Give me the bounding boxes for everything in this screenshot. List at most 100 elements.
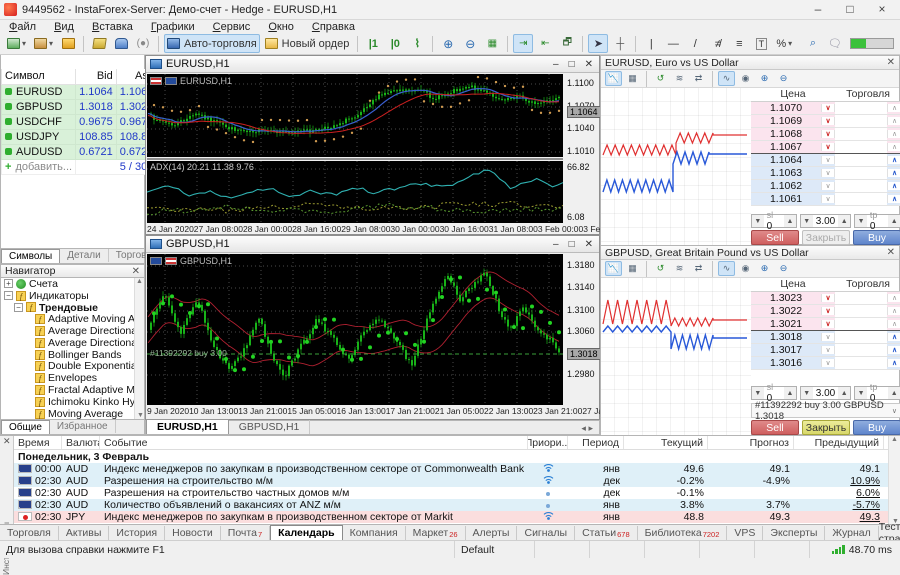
dom-row-sell[interactable]: 1.1070∨∧ — [751, 102, 900, 115]
calendar-row[interactable]: 02:30 AUD Разрешения на строительство м/… — [14, 475, 888, 487]
tab-signals[interactable]: Сигналы — [517, 526, 575, 540]
tab-news[interactable]: Новости — [165, 526, 221, 540]
chart-view-button[interactable]: 📉 — [605, 71, 622, 86]
scroll-up-icon[interactable]: ▲ — [135, 278, 144, 285]
price-chart-area[interactable]: EURUSD,H1 — [147, 74, 563, 157]
tab-journal[interactable]: Журнал — [825, 526, 878, 540]
add-symbol-row[interactable]: +добавить... 5 / 302 — [2, 159, 157, 174]
col-actual[interactable]: Текущий — [624, 436, 708, 449]
close-position-button[interactable]: Закрыть — [802, 230, 850, 245]
increment-icon[interactable]: ▲ — [838, 215, 850, 227]
time-axis[interactable]: 24 Jan 202027 Jan 08:0028 Jan 00:00 28 J… — [147, 224, 563, 235]
up-chevron-icon[interactable]: ∧ — [887, 143, 900, 151]
search-button[interactable]: ⌕ — [803, 34, 823, 53]
channel-button[interactable]: ≡ — [729, 34, 749, 53]
tab-alerts[interactable]: Алерты — [466, 526, 518, 540]
dom-row-buy[interactable]: 1.1062∨∧ — [751, 180, 900, 193]
up-chevron-icon[interactable]: ∧ — [887, 307, 900, 315]
buy-chevron-icon[interactable]: ∧ — [887, 359, 900, 367]
down-chevron-icon[interactable]: ∨ — [821, 195, 835, 203]
zoom-out-button[interactable]: ⊖ — [775, 261, 792, 276]
increment-icon[interactable]: ▲ — [888, 387, 900, 399]
table-row[interactable]: USDCHF 0.96750.9678 — [2, 114, 157, 129]
decrement-icon[interactable]: ▼ — [855, 387, 867, 399]
sell-button[interactable]: Sell — [751, 230, 799, 245]
buy-chevron-icon[interactable]: ∧ — [887, 156, 900, 164]
vertical-line-button[interactable]: | — [641, 34, 661, 53]
scroll-down-icon[interactable]: ▼ — [137, 412, 144, 419]
dom-row-sell[interactable]: 1.1068∨∧ — [751, 128, 900, 141]
lot-stepper[interactable]: ▼3.00▲ — [800, 386, 851, 400]
tab-vps[interactable]: VPS — [727, 526, 763, 540]
broadcast-button[interactable]: (●) — [133, 34, 153, 53]
up-chevron-icon[interactable]: ∧ — [887, 104, 900, 112]
calendar-row[interactable]: 02:30 AUD Количество объявлений о ваканс… — [14, 499, 888, 511]
zoom-out-button[interactable]: ⊖ — [775, 71, 792, 86]
zoom-out-button[interactable]: ⊖ — [460, 34, 480, 53]
tree-item-indicator[interactable]: fIchimoku Kinko Hyo — [1, 396, 144, 408]
zoom-in-button[interactable]: ⊕ — [756, 71, 773, 86]
lot-stepper[interactable]: ▼3.00▲ — [800, 214, 851, 228]
chat-button[interactable]: 🗨 — [825, 34, 845, 53]
tick-chart-button[interactable]: ∿ — [718, 261, 735, 276]
table-row[interactable]: AUDUSD 0.67210.6724 — [2, 144, 157, 159]
minimize-button[interactable]: – — [802, 1, 834, 19]
table-row[interactable]: GBPUSD 1.30181.3021 — [2, 99, 157, 114]
indicators-button[interactable]: 🗗 — [557, 34, 577, 53]
close-button[interactable]: × — [866, 1, 898, 19]
down-chevron-icon[interactable]: ∨ — [821, 346, 835, 354]
col-period[interactable]: Период — [568, 436, 624, 449]
up-chevron-icon[interactable]: ∧ — [887, 320, 900, 328]
new-chart-button[interactable]: ▾ — [4, 34, 29, 53]
tab-codebase[interactable]: Библиотека7202 — [638, 526, 728, 540]
menu-charts[interactable]: Графики — [142, 21, 204, 33]
increment-icon[interactable]: ▲ — [888, 215, 900, 227]
tree-item-indicator[interactable]: fFractal Adaptive Mo — [1, 384, 144, 396]
up-chevron-icon[interactable]: ∧ — [887, 294, 900, 302]
close-icon[interactable]: ✕ — [132, 266, 140, 277]
dom-row-buy[interactable]: 1.3016∨∧ — [751, 357, 900, 370]
down-chevron-icon[interactable]: ∨ — [821, 333, 835, 341]
dom-row-buy[interactable]: 1.3018∨∧ — [751, 331, 900, 344]
down-chevron-icon[interactable]: ∨ — [821, 169, 835, 177]
sell-chevron-icon[interactable]: ∨ — [821, 294, 835, 302]
col-previous[interactable]: Предыдущий — [794, 436, 884, 449]
refresh-button[interactable]: ↺ — [652, 261, 669, 276]
price-scale[interactable]: 1.1100 1.1070 1.1040 1.1010 1.1064 66.82… — [564, 73, 599, 223]
close-icon[interactable]: ✕ — [887, 247, 895, 258]
status-latency[interactable]: 48.70 ms — [832, 544, 900, 556]
cursor-button[interactable]: ➤ — [588, 34, 608, 53]
col-symbol[interactable]: Символ — [2, 69, 76, 84]
candles-mode-button[interactable]: |0 — [385, 34, 405, 53]
tab-details[interactable]: Детали — [60, 249, 108, 262]
up-chevron-icon[interactable]: ∧ — [887, 130, 900, 138]
refresh-button[interactable]: ↺ — [652, 71, 669, 86]
depth-button[interactable]: ≋ — [671, 71, 688, 86]
tab-symbols[interactable]: Символы — [1, 249, 60, 263]
tp-stepper[interactable]: ▼tp 0▲ — [854, 386, 900, 400]
maximize-icon[interactable]: □ — [569, 59, 575, 70]
time-axis[interactable]: 9 Jan 202010 Jan 13:0013 Jan 21:00 15 Ja… — [147, 406, 563, 417]
tick-chart[interactable] — [601, 278, 751, 435]
collapse-icon[interactable]: − — [4, 291, 13, 300]
menu-window[interactable]: Окно — [259, 21, 303, 33]
sell-chevron-icon[interactable]: ∨ — [821, 130, 835, 138]
sl-stepper[interactable]: ▼sl 0▲ — [751, 386, 797, 400]
close-icon[interactable]: ✕ — [585, 239, 593, 250]
tree-item-indicator[interactable]: fDouble Exponential — [1, 361, 144, 373]
menu-tools[interactable]: Сервис — [204, 21, 260, 33]
increment-icon[interactable]: ▲ — [838, 387, 850, 399]
col-event[interactable]: Событие — [100, 436, 528, 449]
down-chevron-icon[interactable]: ∨ — [821, 182, 835, 190]
tab-company[interactable]: Компания — [343, 526, 406, 540]
status-profile[interactable]: Default — [455, 541, 535, 558]
community-button[interactable] — [111, 34, 131, 53]
increment-icon[interactable]: ▲ — [784, 387, 796, 399]
sl-stepper[interactable]: ▼sl 0▲ — [751, 214, 797, 228]
buy-chevron-icon[interactable]: ∧ — [887, 195, 900, 203]
increment-icon[interactable]: ▲ — [784, 215, 796, 227]
down-chevron-icon[interactable]: ∨ — [821, 156, 835, 164]
tp-stepper[interactable]: ▼tp 0▲ — [854, 214, 900, 228]
tab-market[interactable]: Маркет26 — [406, 526, 466, 540]
tab-scroll-right-icon[interactable]: ▸ — [588, 423, 593, 433]
